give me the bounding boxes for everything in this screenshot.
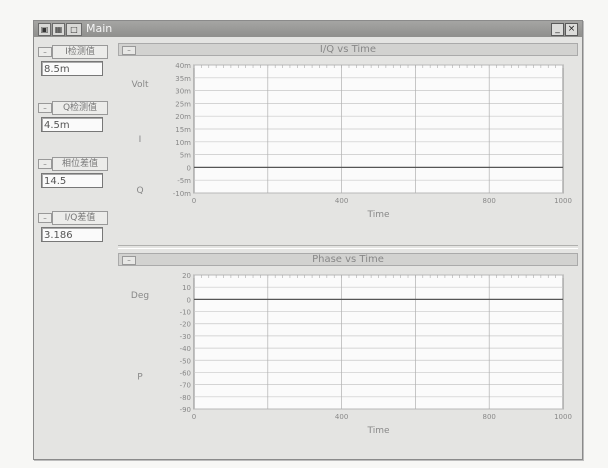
y-tick-label: 0 [187, 296, 191, 304]
y-tick-label: -70 [180, 382, 191, 390]
y-unit-label: Deg [131, 291, 149, 301]
y-tick-label: -50 [180, 357, 191, 365]
x-tick-label: 1000 [554, 413, 572, 421]
y-tick-label: 20 [182, 272, 191, 280]
collapse-icon[interactable]: – [38, 159, 52, 169]
indicator-value[interactable]: 4.5m [41, 117, 103, 132]
collapse-icon[interactable]: – [38, 103, 52, 113]
graph-iq-panel: – I/Q vs Time 40m 35m 30m 25m 20m 15m 10m 5m 0 -5… [118, 43, 578, 243]
x-axis-label: Time [366, 210, 389, 220]
y-tick-label: -60 [180, 369, 191, 377]
x-tick-label: 0 [192, 197, 196, 205]
window-title: Main [86, 22, 113, 35]
graph-header[interactable]: – I/Q vs Time [118, 43, 578, 56]
legend-label: P [137, 373, 143, 383]
grid-icon[interactable]: ▦ [52, 23, 65, 36]
indicator-phase: – 相位差值 14.5 [38, 157, 108, 188]
y-tick-label: 5m [180, 152, 191, 160]
indicator-q: – Q检测值 4.5m [38, 101, 108, 132]
x-tick-label: 400 [335, 413, 348, 421]
y-unit-label: Volt [132, 80, 149, 90]
y-tick-label: 35m [175, 75, 191, 83]
legend-label: I [139, 135, 142, 145]
collapse-icon[interactable]: – [38, 213, 52, 223]
indicator-label: I/Q差值 [52, 211, 108, 225]
x-tick-label: 1000 [554, 197, 572, 205]
indicator-value[interactable]: 8.5m [41, 61, 103, 76]
collapse-icon[interactable]: – [38, 47, 52, 57]
app-icon[interactable]: ▣ [38, 23, 51, 36]
phase-plot[interactable]: 20100-10-20-30-40-50-60-70-80-900 400 800 1… [118, 267, 578, 457]
x-axis-label: Time [366, 426, 389, 436]
legend-label: Q [136, 186, 143, 196]
divider [118, 245, 578, 249]
indicator-iq-diff: – I/Q差值 3.186 [38, 211, 108, 242]
indicator-value[interactable]: 3.186 [41, 227, 103, 242]
x-tick-label: 0 [192, 413, 196, 421]
y-tick-label: -10 [180, 309, 191, 317]
title-bar[interactable]: ▣ ▦ □ Main _ × [34, 21, 582, 37]
indicator-label: I检测值 [52, 45, 108, 59]
y-tick-label: -40 [180, 345, 191, 353]
close-icon[interactable]: × [565, 23, 578, 36]
indicator-i: – I检测值 8.5m [38, 45, 108, 76]
x-tick-label: 800 [483, 413, 496, 421]
y-tick-label: 20m [175, 113, 191, 121]
y-tick-label: -10m [173, 190, 191, 198]
indicator-label: 相位差值 [52, 157, 108, 171]
graph-phase-panel: – Phase vs Time 20 10 0 -10 -20 -30 -40 -50 -60 -… [118, 253, 578, 457]
y-tick-label: -90 [180, 406, 191, 414]
x-tick-label: 400 [335, 197, 348, 205]
main-window: ▣ ▦ □ Main _ × – I检测值 8.5m – Q检测值 4.5m –… [33, 20, 583, 460]
window-icon[interactable]: □ [66, 23, 82, 36]
iq-plot[interactable]: 40m35m30m25m20m15m10m5m0-5m-10m0 400 800 10… [118, 57, 578, 243]
y-tick-label: -30 [180, 333, 191, 341]
minimize-icon[interactable]: _ [551, 23, 564, 36]
y-tick-label: 10 [182, 284, 191, 292]
y-tick-label: 10m [175, 139, 191, 147]
indicator-value[interactable]: 14.5 [41, 173, 103, 188]
y-tick-label: 30m [175, 88, 191, 96]
indicator-label: Q检测值 [52, 101, 108, 115]
y-tick-label: 40m [175, 62, 191, 70]
y-tick-label: 0 [187, 164, 191, 172]
y-tick-label: -20 [180, 321, 191, 329]
graph-title: Phase vs Time [312, 254, 384, 265]
y-tick-label: -5m [177, 177, 191, 185]
y-tick-label: -80 [180, 394, 191, 402]
y-tick-label: 25m [175, 100, 191, 108]
graph-title: I/Q vs Time [319, 44, 377, 55]
plot-area [193, 274, 564, 410]
y-tick-label: 15m [175, 126, 191, 134]
x-tick-label: 800 [483, 197, 496, 205]
graph-header[interactable]: – Phase vs Time [118, 253, 578, 266]
